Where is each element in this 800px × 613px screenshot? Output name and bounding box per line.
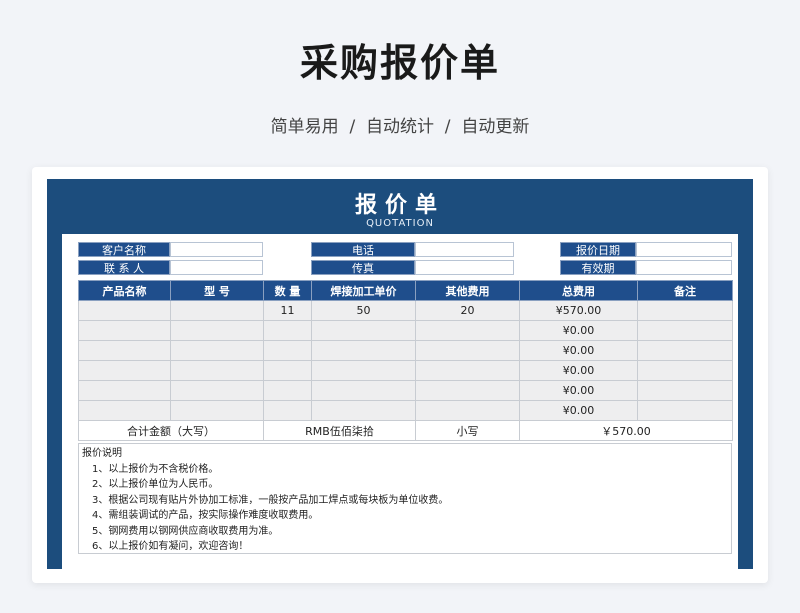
contact-field[interactable]	[170, 260, 263, 275]
quotation-notes: 报价说明 1、以上报价为不含税价格。 2、以上报价单位为人民币。 3、根据公司现…	[78, 443, 732, 554]
cell-unit-price[interactable]	[311, 360, 416, 381]
cell-product[interactable]	[78, 380, 171, 401]
table-row: ¥0.00	[78, 360, 733, 381]
customer-name-label: 客户名称	[78, 242, 170, 257]
cell-quantity[interactable]	[263, 380, 312, 401]
fax-field[interactable]	[415, 260, 514, 275]
validity-field[interactable]	[636, 260, 732, 275]
cell-remark[interactable]	[637, 320, 733, 341]
notes-line: 5、钢网费用以钢网供应商收取费用为准。	[92, 525, 279, 537]
notes-line: 2、以上报价单位为人民币。	[92, 479, 219, 490]
notes-line: 3、根据公司现有贴片外协加工标准，一般按产品加工焊点或每块板为单位收费。	[92, 494, 449, 506]
cell-other-fee[interactable]	[415, 400, 520, 421]
cell-product[interactable]	[78, 300, 171, 321]
col-header-product: 产品名称	[78, 280, 171, 301]
table-row: ¥0.00	[78, 380, 733, 401]
cell-total-fee: ¥0.00	[519, 320, 638, 341]
page-subtitle: 简单易用 / 自动统计 / 自动更新	[270, 117, 530, 137]
total-row: 合计金额（大写） RMB伍佰柒拾 小写 ￥570.00	[78, 420, 733, 441]
cell-other-fee[interactable]	[415, 340, 520, 361]
total-numeric-label: 小写	[415, 420, 520, 441]
cell-quantity[interactable]	[263, 340, 312, 361]
form-area: 客户名称 电话 报价日期 联 系 人 传真 有效期 产品名称 型 号 数 量 焊…	[62, 234, 738, 569]
quotation-sheet: 报价单 QUOTATION 客户名称 电话 报价日期 联 系 人 传真 有效期 …	[47, 179, 753, 569]
cell-quantity[interactable]	[263, 320, 312, 341]
cell-remark[interactable]	[637, 400, 733, 421]
table-row: 11 50 20 ¥570.00	[78, 300, 733, 321]
cell-unit-price[interactable]	[311, 320, 416, 341]
cell-remark[interactable]	[637, 360, 733, 381]
cell-unit-price[interactable]: 50	[311, 300, 416, 321]
cell-model[interactable]	[170, 380, 264, 401]
cell-total-fee: ¥0.00	[519, 340, 638, 361]
cell-remark[interactable]	[637, 380, 733, 401]
quote-date-field[interactable]	[636, 242, 732, 257]
contact-label: 联 系 人	[78, 260, 170, 275]
cell-other-fee[interactable]	[415, 320, 520, 341]
total-words-value: RMB伍佰柒拾	[263, 420, 416, 441]
cell-model[interactable]	[170, 300, 264, 321]
page-title: 采购报价单	[299, 41, 500, 85]
cell-model[interactable]	[170, 340, 264, 361]
cell-model[interactable]	[170, 360, 264, 381]
table-row: ¥0.00	[78, 320, 733, 341]
cell-quantity[interactable]	[263, 400, 312, 421]
cell-product[interactable]	[78, 320, 171, 341]
col-header-quantity: 数 量	[263, 280, 312, 301]
cell-unit-price[interactable]	[311, 400, 416, 421]
cell-total-fee: ¥570.00	[519, 300, 638, 321]
validity-label: 有效期	[560, 260, 636, 275]
cell-other-fee[interactable]: 20	[415, 300, 520, 321]
col-header-total-fee: 总费用	[519, 280, 638, 301]
fax-label: 传真	[311, 260, 415, 275]
cell-other-fee[interactable]	[415, 380, 520, 401]
cell-unit-price[interactable]	[311, 340, 416, 361]
cell-total-fee: ¥0.00	[519, 360, 638, 381]
sheet-title: 报价单	[354, 193, 445, 218]
table-row: ¥0.00	[78, 400, 733, 421]
quote-date-label: 报价日期	[560, 242, 636, 257]
cell-total-fee: ¥0.00	[519, 380, 638, 401]
col-header-model: 型 号	[170, 280, 264, 301]
cell-model[interactable]	[170, 320, 264, 341]
total-numeric-value: ￥570.00	[519, 420, 733, 441]
notes-heading: 报价说明	[82, 448, 122, 459]
cell-remark[interactable]	[637, 340, 733, 361]
sheet-subtitle: QUOTATION	[366, 218, 434, 229]
cell-product[interactable]	[78, 400, 171, 421]
total-words-label: 合计金额（大写）	[78, 420, 264, 441]
cell-other-fee[interactable]	[415, 360, 520, 381]
col-header-remark: 备注	[637, 280, 733, 301]
cell-model[interactable]	[170, 400, 264, 421]
table-header-row: 产品名称 型 号 数 量 焊接加工单价 其他费用 总费用 备注	[78, 280, 733, 301]
cell-product[interactable]	[78, 360, 171, 381]
cell-quantity[interactable]: 11	[263, 300, 312, 321]
phone-label: 电话	[311, 242, 415, 257]
quotation-table: 产品名称 型 号 数 量 焊接加工单价 其他费用 总费用 备注 11 50 20…	[78, 280, 733, 441]
notes-line: 6、以上报价如有凝问，欢迎咨询！	[92, 541, 249, 552]
cell-product[interactable]	[78, 340, 171, 361]
notes-line: 1、以上报价为不含税价格。	[92, 463, 219, 475]
customer-name-field[interactable]	[170, 242, 263, 257]
cell-quantity[interactable]	[263, 360, 312, 381]
cell-unit-price[interactable]	[311, 380, 416, 401]
col-header-other-fee: 其他费用	[415, 280, 520, 301]
cell-total-fee: ¥0.00	[519, 400, 638, 421]
phone-field[interactable]	[415, 242, 514, 257]
cell-remark[interactable]	[637, 300, 733, 321]
col-header-unit-price: 焊接加工单价	[311, 280, 416, 301]
table-row: ¥0.00	[78, 340, 733, 361]
notes-line: 4、需组装调试的产品，按实际操作难度收取费用。	[92, 510, 319, 521]
